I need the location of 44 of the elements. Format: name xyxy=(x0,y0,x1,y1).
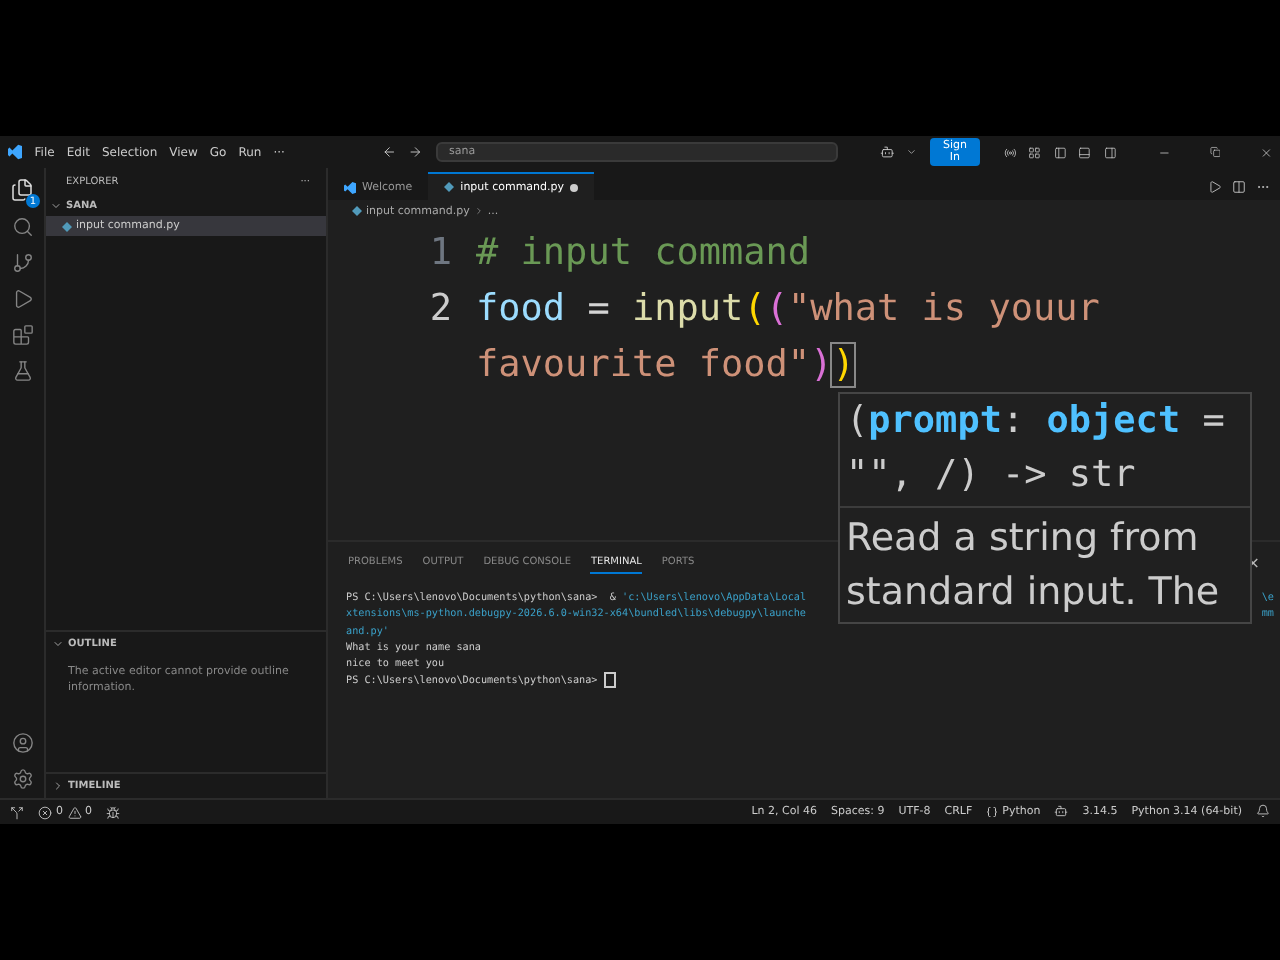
panel-bottom-icon[interactable] xyxy=(1078,145,1092,159)
copilot-icon[interactable] xyxy=(880,144,895,160)
source-control-icon[interactable] xyxy=(11,252,33,274)
run-debug-icon[interactable] xyxy=(11,288,33,310)
chevron-down-icon[interactable] xyxy=(52,638,64,650)
split-editor-icon[interactable] xyxy=(1232,179,1246,193)
python-file-icon xyxy=(444,182,455,192)
panel-left-icon[interactable] xyxy=(1053,145,1067,159)
files-icon[interactable] xyxy=(10,178,34,202)
settings-icon[interactable] xyxy=(11,768,33,790)
line-number: 2 xyxy=(427,286,454,334)
debug-icon[interactable] xyxy=(106,805,120,819)
code-line: # input command xyxy=(476,230,813,278)
chevron-right-icon[interactable] xyxy=(473,206,484,216)
python-file-icon xyxy=(62,221,72,231)
extensions-icon[interactable] xyxy=(11,324,33,346)
forward-icon[interactable] xyxy=(408,144,424,160)
bell-icon[interactable] xyxy=(1256,803,1270,817)
braces-icon xyxy=(986,806,999,818)
copilot-icon[interactable] xyxy=(1054,803,1069,817)
app-logo-icon xyxy=(8,144,23,160)
layout-icon[interactable] xyxy=(1028,145,1042,159)
close-icon[interactable] xyxy=(1259,145,1272,159)
chevron-down-icon[interactable] xyxy=(50,200,62,212)
unsaved-dot xyxy=(570,183,579,191)
documentation-text: Read a string from standard input. The xyxy=(840,506,1250,622)
remote-icon[interactable] xyxy=(10,805,24,819)
warning-icon xyxy=(67,805,81,819)
code-line: food = input(("what is youur favourite food")) xyxy=(476,286,1102,390)
chevron-down-icon[interactable] xyxy=(906,146,918,158)
error-icon xyxy=(38,805,52,819)
account-icon[interactable] xyxy=(11,732,33,754)
restore-icon[interactable] xyxy=(1209,146,1221,158)
function-signature: (prompt: object = "", /) -> str xyxy=(844,398,1227,500)
run-icon[interactable] xyxy=(1208,179,1222,193)
back-icon[interactable] xyxy=(381,144,397,160)
cursor xyxy=(603,672,616,689)
search-icon[interactable] xyxy=(11,216,33,238)
python-file-icon xyxy=(352,206,362,216)
line-number: 1 xyxy=(427,230,454,278)
panel-right-icon[interactable] xyxy=(1103,145,1117,159)
app-logo-icon xyxy=(344,181,356,193)
chevron-right-icon[interactable] xyxy=(52,780,64,792)
flask-icon[interactable] xyxy=(11,360,33,382)
